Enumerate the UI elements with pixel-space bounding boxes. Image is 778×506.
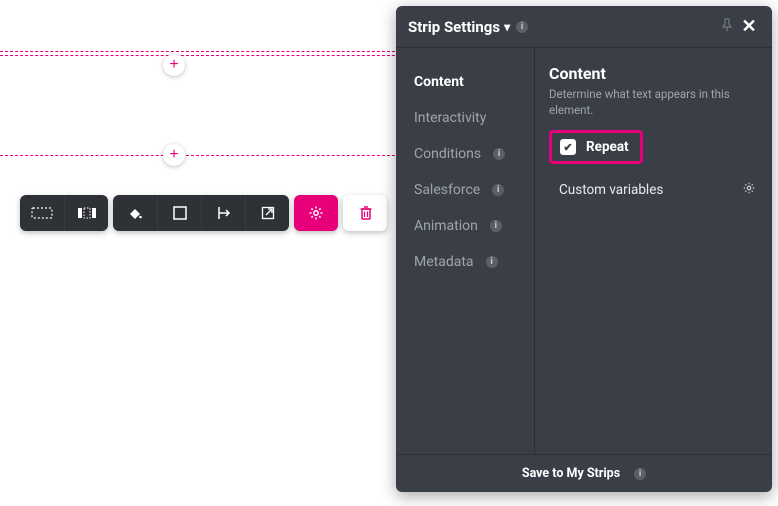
sidebar-item-label: Interactivity xyxy=(414,110,486,126)
square-icon xyxy=(173,206,187,220)
fill-button[interactable] xyxy=(113,195,157,231)
box-width-icon xyxy=(76,207,98,219)
panel-body: Content Interactivity Conditions i Sales… xyxy=(396,48,772,454)
insert-guide-top2 xyxy=(0,55,400,56)
content-heading: Content xyxy=(549,64,758,83)
trash-icon xyxy=(359,205,373,221)
sidebar-item-animation[interactable]: Animation i xyxy=(410,208,534,244)
delete-button[interactable] xyxy=(343,195,387,231)
chevron-down-icon: ▾ xyxy=(504,20,510,34)
content-pane: Content Determine what text appears in t… xyxy=(535,48,772,454)
panel-title-dropdown[interactable]: Strip Settings ▾ xyxy=(408,18,510,36)
insert-guide-bottom xyxy=(0,155,400,156)
add-strip-top[interactable]: + xyxy=(163,54,185,76)
info-icon: i xyxy=(486,256,498,268)
custom-variables-row[interactable]: Custom variables xyxy=(549,174,758,199)
full-width-icon xyxy=(31,207,53,219)
repeat-option[interactable]: ✔ Repeat xyxy=(549,130,643,164)
sidebar-item-label: Salesforce xyxy=(414,182,480,198)
sidebar-item-label: Content xyxy=(414,74,464,90)
plus-icon: + xyxy=(169,146,178,163)
info-icon: i xyxy=(490,220,502,232)
settings-sidebar: Content Interactivity Conditions i Sales… xyxy=(396,48,535,454)
sidebar-item-conditions[interactable]: Conditions i xyxy=(410,136,534,172)
sidebar-item-label: Metadata xyxy=(414,254,474,270)
checkbox-checked-icon[interactable]: ✔ xyxy=(560,139,576,155)
panel-header: Strip Settings ▾ i ✕ xyxy=(396,6,772,48)
sidebar-item-salesforce[interactable]: Salesforce i xyxy=(410,172,534,208)
info-icon: i xyxy=(634,468,646,480)
save-to-my-strips[interactable]: Save to My Strips i xyxy=(396,454,772,492)
gear-icon[interactable] xyxy=(742,180,756,199)
paint-bucket-icon xyxy=(127,205,143,221)
content-description: Determine what text appears in this elem… xyxy=(549,87,758,118)
sidebar-item-metadata[interactable]: Metadata i xyxy=(410,244,534,280)
plus-icon: + xyxy=(169,56,178,73)
align-left-icon xyxy=(217,206,231,220)
toolbar xyxy=(20,195,387,231)
info-icon[interactable]: i xyxy=(516,21,528,33)
sidebar-item-content[interactable]: Content xyxy=(410,64,534,100)
open-button[interactable] xyxy=(245,195,289,231)
full-width-button[interactable] xyxy=(20,195,64,231)
sidebar-item-label: Conditions xyxy=(414,146,481,162)
footer-label: Save to My Strips xyxy=(522,466,620,481)
add-strip-bottom[interactable]: + xyxy=(163,144,185,166)
pin-icon[interactable] xyxy=(716,17,738,36)
info-icon: i xyxy=(493,148,505,160)
settings-panel: Strip Settings ▾ i ✕ Content Interactivi… xyxy=(396,6,772,492)
custom-variables-label: Custom variables xyxy=(559,182,663,198)
align-button[interactable] xyxy=(201,195,245,231)
toolbar-group-dimensions xyxy=(20,195,108,231)
repeat-label: Repeat xyxy=(586,139,629,155)
panel-title-label: Strip Settings xyxy=(408,18,500,36)
box-width-button[interactable] xyxy=(64,195,108,231)
settings-button[interactable] xyxy=(294,195,338,231)
close-icon[interactable]: ✕ xyxy=(738,16,760,37)
sidebar-item-interactivity[interactable]: Interactivity xyxy=(410,100,534,136)
insert-guide-top xyxy=(0,51,400,52)
gear-icon xyxy=(308,205,324,221)
external-link-icon xyxy=(261,206,275,220)
sidebar-item-label: Animation xyxy=(414,218,478,234)
toolbar-group-style xyxy=(113,195,289,231)
info-icon: i xyxy=(492,184,504,196)
border-button[interactable] xyxy=(157,195,201,231)
